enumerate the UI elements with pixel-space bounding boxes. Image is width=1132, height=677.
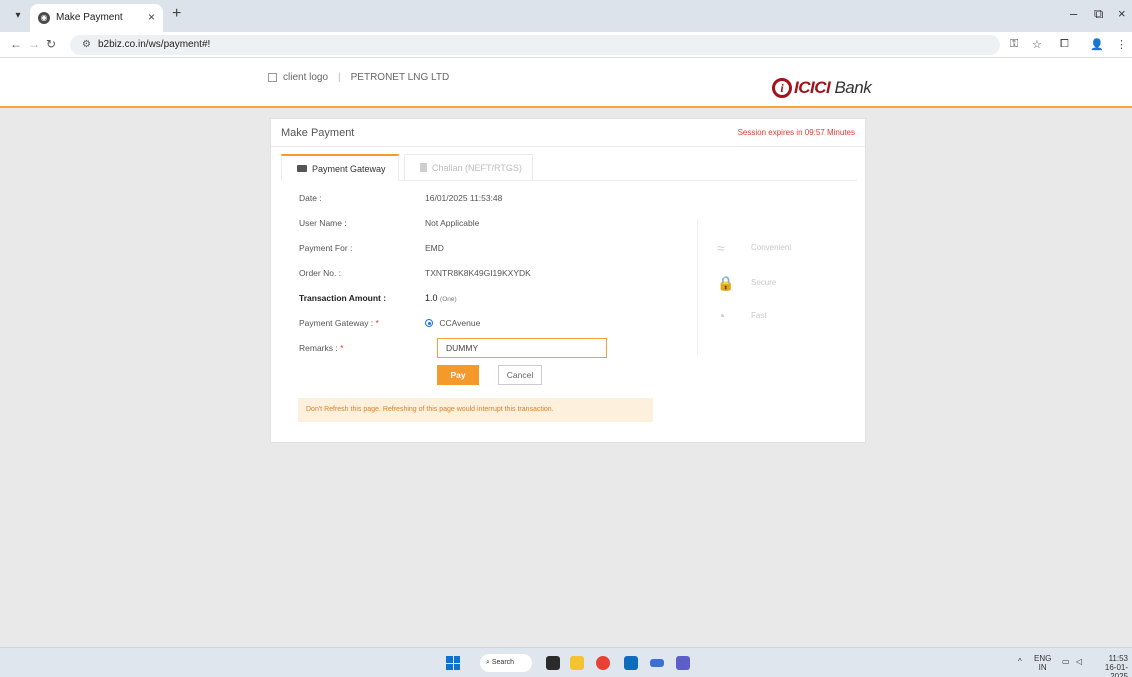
clock-time: 11:53 bbox=[1108, 654, 1128, 663]
field-value: 16/01/2025 11:53:48 bbox=[425, 193, 503, 203]
required-marker: * bbox=[375, 318, 379, 328]
card-header: Make Payment Session expires in 09:57 Mi… bbox=[271, 119, 865, 147]
tab-search-chevron-icon[interactable]: ▾ bbox=[10, 9, 26, 23]
password-key-icon[interactable]: ⚿ bbox=[1010, 38, 1018, 51]
bookmark-star-icon[interactable]: ☆ bbox=[1032, 38, 1042, 51]
profile-icon[interactable]: 👤 bbox=[1090, 38, 1104, 51]
site-info-icon[interactable]: ⚙ bbox=[82, 39, 91, 50]
app-icon[interactable] bbox=[650, 659, 664, 667]
field-label: Transaction Amount : bbox=[299, 293, 387, 303]
windows-taskbar: ⌕ Search ^ ENG IN ▭ ◁ 11:53 16-01-2025 bbox=[0, 647, 1132, 677]
outlook-icon[interactable] bbox=[624, 656, 638, 670]
teams-icon[interactable] bbox=[676, 656, 690, 670]
extensions-icon[interactable]: ⧠ bbox=[1060, 38, 1069, 51]
taskbar-search[interactable]: ⌕ Search bbox=[480, 654, 532, 672]
cancel-button[interactable]: Cancel bbox=[498, 365, 542, 385]
radio-label: CCAvenue bbox=[439, 318, 481, 328]
handshake-icon: ≈ bbox=[717, 240, 725, 256]
browser-tab[interactable]: ◉ Make Payment × bbox=[30, 4, 163, 32]
tab-label: Challan (NEFT/RTGS) bbox=[432, 162, 522, 173]
remarks-input[interactable] bbox=[437, 338, 607, 358]
chrome-icon[interactable] bbox=[596, 656, 610, 670]
feature-label: Convenient bbox=[751, 243, 792, 252]
client-logo: client logo | PETRONET LNG LTD bbox=[268, 72, 449, 83]
clock-date: 16-01-2025 bbox=[1104, 663, 1128, 677]
feature-label: Fast bbox=[751, 311, 767, 320]
header-separator: | bbox=[338, 72, 341, 83]
address-bar-row: ← → ↻ ⚙ b2biz.co.in/ws/payment#! ⚿ ☆ ⧠ 👤… bbox=[0, 32, 1132, 58]
speedometer-icon: ◔ bbox=[717, 308, 726, 324]
bank-suffix: Bank bbox=[834, 78, 872, 97]
file-explorer-icon[interactable] bbox=[570, 656, 584, 670]
field-label: Payment For : bbox=[299, 243, 353, 253]
client-logo-alt: client logo bbox=[283, 72, 329, 83]
company-name: PETRONET LNG LTD bbox=[350, 72, 450, 83]
browser-tabstrip: ▾ ◉ Make Payment × + – ⧉ × bbox=[0, 0, 1132, 32]
field-label: Order No. : bbox=[299, 268, 342, 278]
field-label: Remarks : bbox=[299, 343, 338, 353]
field-label: User Name : bbox=[299, 218, 347, 228]
windows-start-icon[interactable] bbox=[446, 656, 460, 670]
tray-chevron-icon[interactable]: ^ bbox=[1018, 657, 1022, 666]
ccavenue-radio[interactable]: CCAvenue bbox=[425, 318, 480, 328]
broken-image-icon bbox=[268, 73, 277, 82]
task-view-icon[interactable] bbox=[546, 656, 560, 670]
url-text: b2biz.co.in/ws/payment#! bbox=[98, 39, 211, 50]
bank-name: ICICI bbox=[794, 78, 831, 97]
field-value: TXNTR8K8K49GI19KXYDK bbox=[425, 268, 531, 278]
page-title: Make Payment bbox=[281, 127, 355, 139]
tab-payment-gateway[interactable]: Payment Gateway bbox=[281, 154, 399, 181]
url-field[interactable]: ⚙ b2biz.co.in/ws/payment#! bbox=[70, 35, 1000, 55]
clock[interactable]: 11:53 16-01-2025 bbox=[1092, 654, 1128, 677]
amount-value: 1.0 bbox=[425, 293, 438, 303]
payment-card: Make Payment Session expires in 09:57 Mi… bbox=[270, 118, 866, 443]
payment-method-tabs: Payment Gateway Challan (NEFT/RTGS) bbox=[281, 154, 857, 181]
search-icon: ⌕ bbox=[486, 659, 490, 666]
restore-icon[interactable]: ⧉ bbox=[1094, 6, 1103, 22]
field-value: EMD bbox=[425, 243, 444, 253]
new-tab-icon[interactable]: + bbox=[172, 5, 181, 23]
tab-challan[interactable]: Challan (NEFT/RTGS) bbox=[404, 154, 533, 181]
search-label: Search bbox=[491, 659, 515, 666]
credit-card-icon bbox=[297, 165, 307, 172]
icici-emblem-icon: i bbox=[772, 78, 792, 98]
close-tab-icon[interactable]: × bbox=[148, 10, 155, 24]
network-icon[interactable]: ▭ bbox=[1062, 657, 1070, 666]
back-icon[interactable]: ← bbox=[10, 37, 22, 51]
vertical-divider bbox=[697, 219, 698, 355]
tab-title: Make Payment bbox=[56, 12, 123, 23]
tab-label: Payment Gateway bbox=[312, 163, 386, 174]
close-window-icon[interactable]: × bbox=[1118, 6, 1126, 21]
feature-label: Secure bbox=[751, 278, 777, 287]
reload-icon[interactable]: ↻ bbox=[46, 37, 56, 51]
field-value: Not Applicable bbox=[425, 218, 480, 228]
document-icon bbox=[420, 163, 427, 172]
volume-icon[interactable]: ◁ bbox=[1076, 657, 1082, 666]
globe-icon: ◉ bbox=[38, 12, 50, 24]
amount-in-words: (One) bbox=[440, 296, 457, 303]
minimize-icon[interactable]: – bbox=[1070, 6, 1077, 21]
refresh-warning: Don't Refresh this page. Refreshing of t… bbox=[298, 398, 653, 422]
pay-button[interactable]: Pay bbox=[437, 365, 479, 385]
lock-icon: 🔒 bbox=[717, 275, 735, 291]
icici-bank-logo: i ICICI Bank bbox=[772, 78, 872, 98]
field-label: Payment Gateway : bbox=[299, 318, 374, 328]
required-marker: * bbox=[340, 343, 344, 353]
forward-icon[interactable]: → bbox=[28, 37, 40, 51]
session-timer: Session expires in 09:57 Minutes bbox=[737, 128, 855, 137]
language-indicator[interactable]: ENG IN bbox=[1034, 654, 1051, 672]
site-header: client logo | PETRONET LNG LTD i ICICI B… bbox=[0, 58, 1132, 108]
field-label: Date : bbox=[299, 193, 322, 203]
more-menu-icon[interactable]: ⋮ bbox=[1116, 38, 1127, 51]
radio-selected-icon[interactable] bbox=[425, 319, 433, 327]
